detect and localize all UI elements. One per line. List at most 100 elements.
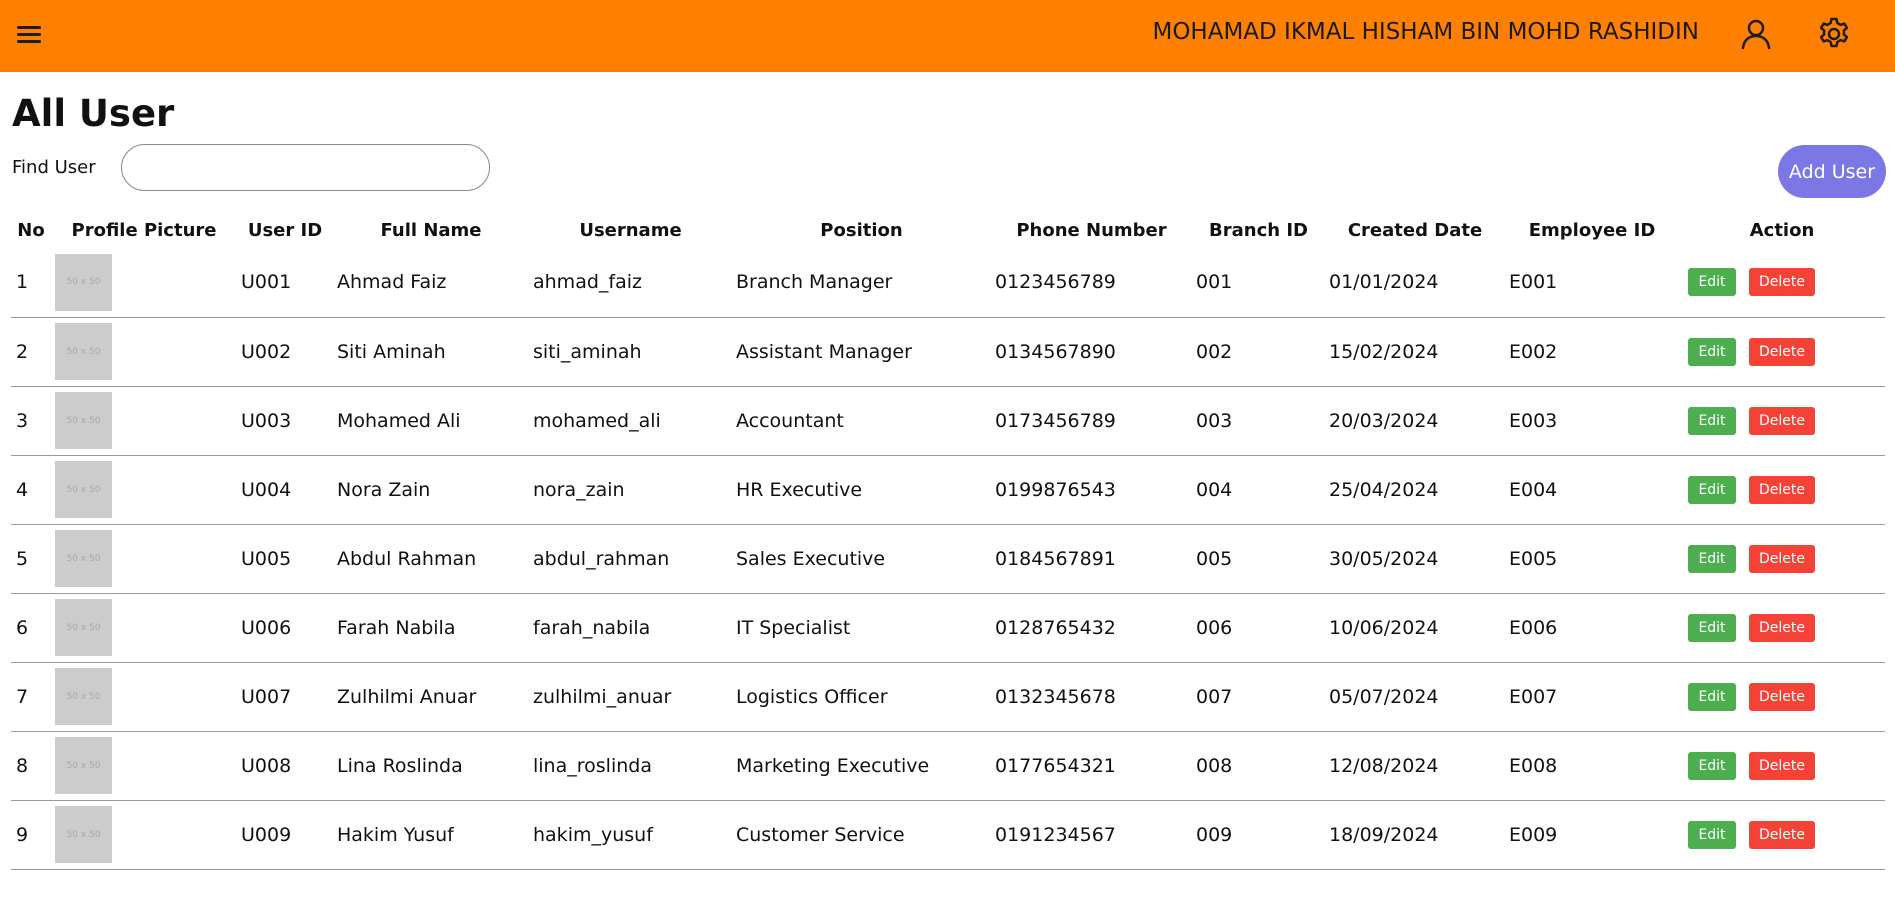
logged-in-user-name: MOHAMAD IKMAL HISHAM BIN MOHD RASHIDIN [1152, 19, 1699, 45]
edit-button[interactable]: Edit [1688, 613, 1736, 642]
table-row: 5 50 x 50 U005 Abdul Rahman abdul_rahman Sale… [11, 524, 1885, 594]
cell-user-id: U005 [237, 524, 333, 594]
table-row: 3 50 x 50 U003 Mohamed Ali mohamed_ali Accoun… [11, 386, 1885, 456]
search-input[interactable] [121, 144, 490, 191]
cell-position: Accountant [732, 386, 991, 456]
cell-profile-picture: 50 x 50 [51, 386, 237, 456]
cell-full-name: Abdul Rahman [333, 524, 529, 594]
cell-full-name: Mohamed Ali [333, 386, 529, 456]
cell-username: hakim_yusuf [529, 800, 732, 870]
edit-button[interactable]: Edit [1688, 268, 1736, 297]
column-header-created-date: Created Date [1347, 219, 1483, 241]
page-title: All User [12, 92, 175, 135]
edit-button[interactable]: Edit [1688, 337, 1736, 366]
cell-no: 4 [11, 455, 51, 525]
cell-phone-number: 0177654321 [991, 731, 1192, 801]
cell-phone-number: 0123456789 [991, 248, 1192, 318]
cell-position: Logistics Officer [732, 662, 991, 732]
edit-button[interactable]: Edit [1688, 475, 1736, 504]
delete-button[interactable]: Delete [1749, 613, 1815, 642]
delete-button[interactable]: Delete [1749, 820, 1815, 849]
cell-created-date: 10/06/2024 [1325, 593, 1505, 663]
table-row: 9 50 x 50 U009 Hakim Yusuf hakim_yusuf Custom… [11, 800, 1885, 870]
column-header-employee-id: Employee ID [1528, 219, 1656, 241]
cell-no: 8 [11, 731, 51, 801]
cell-user-id: U002 [237, 317, 333, 387]
edit-button[interactable]: Edit [1688, 406, 1736, 435]
cell-created-date: 01/01/2024 [1325, 248, 1505, 318]
cell-user-id: U001 [237, 248, 333, 318]
table-row: 2 50 x 50 U002 Siti Aminah siti_aminah Assist… [11, 317, 1885, 387]
cell-branch-id: 008 [1192, 731, 1325, 801]
column-header-position: Position [820, 219, 903, 241]
profile-picture-placeholder: 50 x 50 [55, 461, 112, 518]
cell-employee-id: E002 [1505, 317, 1679, 387]
cell-full-name: Lina Roslinda [333, 731, 529, 801]
menu-icon[interactable] [14, 20, 44, 50]
cell-branch-id: 001 [1192, 248, 1325, 318]
cell-phone-number: 0173456789 [991, 386, 1192, 456]
cell-username: lina_roslinda [529, 731, 732, 801]
cell-profile-picture: 50 x 50 [51, 524, 237, 594]
cell-username: zulhilmi_anuar [529, 662, 732, 732]
user-icon[interactable] [1738, 16, 1774, 52]
cell-phone-number: 0191234567 [991, 800, 1192, 870]
cell-created-date: 30/05/2024 [1325, 524, 1505, 594]
delete-button[interactable]: Delete [1749, 682, 1815, 711]
cell-created-date: 20/03/2024 [1325, 386, 1505, 456]
cell-phone-number: 0128765432 [991, 593, 1192, 663]
cell-user-id: U007 [237, 662, 333, 732]
profile-picture-placeholder: 50 x 50 [55, 253, 112, 311]
cell-created-date: 18/09/2024 [1325, 800, 1505, 870]
cell-action: Edit Delete [1679, 800, 1885, 870]
cell-username: mohamed_ali [529, 386, 732, 456]
cell-phone-number: 0134567890 [991, 317, 1192, 387]
delete-button[interactable]: Delete [1749, 751, 1815, 780]
delete-button[interactable]: Delete [1749, 268, 1815, 297]
find-user-label: Find User [12, 157, 96, 178]
profile-picture-placeholder: 50 x 50 [55, 323, 112, 380]
column-header-branch-id: Branch ID [1209, 219, 1308, 241]
cell-profile-picture: 50 x 50 [51, 731, 237, 801]
cell-no: 3 [11, 386, 51, 456]
users-table: No Profile Picture User ID Full Name Use… [11, 212, 1885, 870]
delete-button[interactable]: Delete [1749, 475, 1815, 504]
edit-button[interactable]: Edit [1688, 751, 1736, 780]
edit-button[interactable]: Edit [1688, 820, 1736, 849]
delete-button[interactable]: Delete [1749, 337, 1815, 366]
cell-branch-id: 002 [1192, 317, 1325, 387]
column-header-username: Username [579, 219, 682, 241]
cell-username: siti_aminah [529, 317, 732, 387]
cell-user-id: U004 [237, 455, 333, 525]
delete-button[interactable]: Delete [1749, 406, 1815, 435]
cell-full-name: Farah Nabila [333, 593, 529, 663]
delete-button[interactable]: Delete [1749, 544, 1815, 573]
cell-full-name: Hakim Yusuf [333, 800, 529, 870]
cell-position: HR Executive [732, 455, 991, 525]
gear-icon[interactable] [1816, 16, 1852, 52]
profile-picture-placeholder: 50 x 50 [55, 806, 112, 863]
cell-phone-number: 0199876543 [991, 455, 1192, 525]
cell-no: 6 [11, 593, 51, 663]
column-header-user-id: User ID [247, 219, 323, 241]
cell-action: Edit Delete [1679, 317, 1885, 387]
cell-branch-id: 007 [1192, 662, 1325, 732]
cell-profile-picture: 50 x 50 [51, 662, 237, 732]
cell-employee-id: E006 [1505, 593, 1679, 663]
cell-created-date: 25/04/2024 [1325, 455, 1505, 525]
add-user-button[interactable]: Add User [1778, 145, 1886, 198]
cell-profile-picture: 50 x 50 [51, 455, 237, 525]
edit-button[interactable]: Edit [1688, 682, 1736, 711]
cell-position: Branch Manager [732, 248, 991, 318]
table-row: 1 50 x 50 U001 Ahmad Faiz ahmad_faiz Branch M… [11, 248, 1885, 318]
cell-no: 7 [11, 662, 51, 732]
cell-profile-picture: 50 x 50 [51, 248, 237, 318]
cell-full-name: Zulhilmi Anuar [333, 662, 529, 732]
edit-button[interactable]: Edit [1688, 544, 1736, 573]
profile-picture-placeholder: 50 x 50 [55, 599, 112, 656]
table-body: 1 50 x 50 U001 Ahmad Faiz ahmad_faiz Branch M… [11, 248, 1885, 870]
profile-picture-placeholder: 50 x 50 [55, 737, 112, 794]
cell-no: 9 [11, 800, 51, 870]
cell-full-name: Nora Zain [333, 455, 529, 525]
cell-no: 5 [11, 524, 51, 594]
